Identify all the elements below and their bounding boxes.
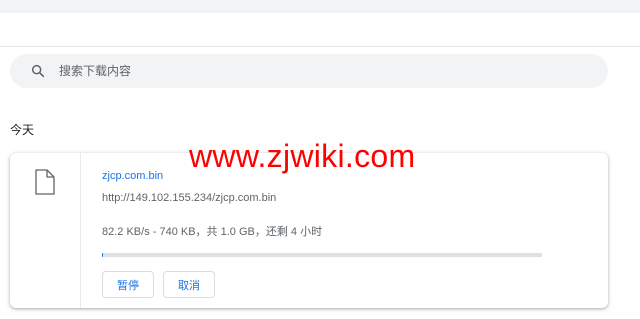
search-input[interactable]: [50, 54, 590, 88]
file-icon-column: [10, 153, 81, 308]
pause-button[interactable]: 暂停: [102, 271, 154, 298]
file-icon: [35, 169, 55, 195]
file-name-link[interactable]: zjcp.com.bin: [102, 170, 163, 182]
header-divider: [0, 46, 640, 47]
search-icon: [31, 64, 45, 78]
top-bar: [0, 0, 640, 13]
search-bar[interactable]: [10, 54, 608, 88]
downloads-page: 今天 zjcp.com.bin http://149.102.155.234/z…: [0, 0, 640, 319]
download-item-card: zjcp.com.bin http://149.102.155.234/zjcp…: [10, 153, 608, 308]
watermark-text: www.zjwiki.com: [189, 138, 416, 174]
date-section-heading: 今天: [10, 123, 35, 137]
download-status-text: 82.2 KB/s - 740 KB，共 1.0 GB，还剩 4 小时: [102, 226, 323, 238]
download-progress-bar: [102, 253, 542, 257]
cancel-button[interactable]: 取消: [163, 271, 215, 298]
file-source-url[interactable]: http://149.102.155.234/zjcp.com.bin: [102, 192, 276, 204]
